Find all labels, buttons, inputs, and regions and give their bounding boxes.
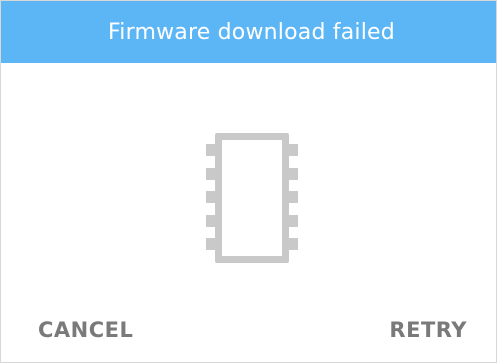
dialog-title: Firmware download failed [108, 19, 395, 45]
dialog-title-bar: Firmware download failed [1, 1, 496, 63]
cancel-button[interactable]: CANCEL [38, 313, 133, 347]
retry-button[interactable]: RETRY [389, 313, 467, 347]
firmware-error-dialog: Firmware download failed CANCEL RETRY [0, 0, 497, 363]
chip-icon [206, 133, 298, 263]
